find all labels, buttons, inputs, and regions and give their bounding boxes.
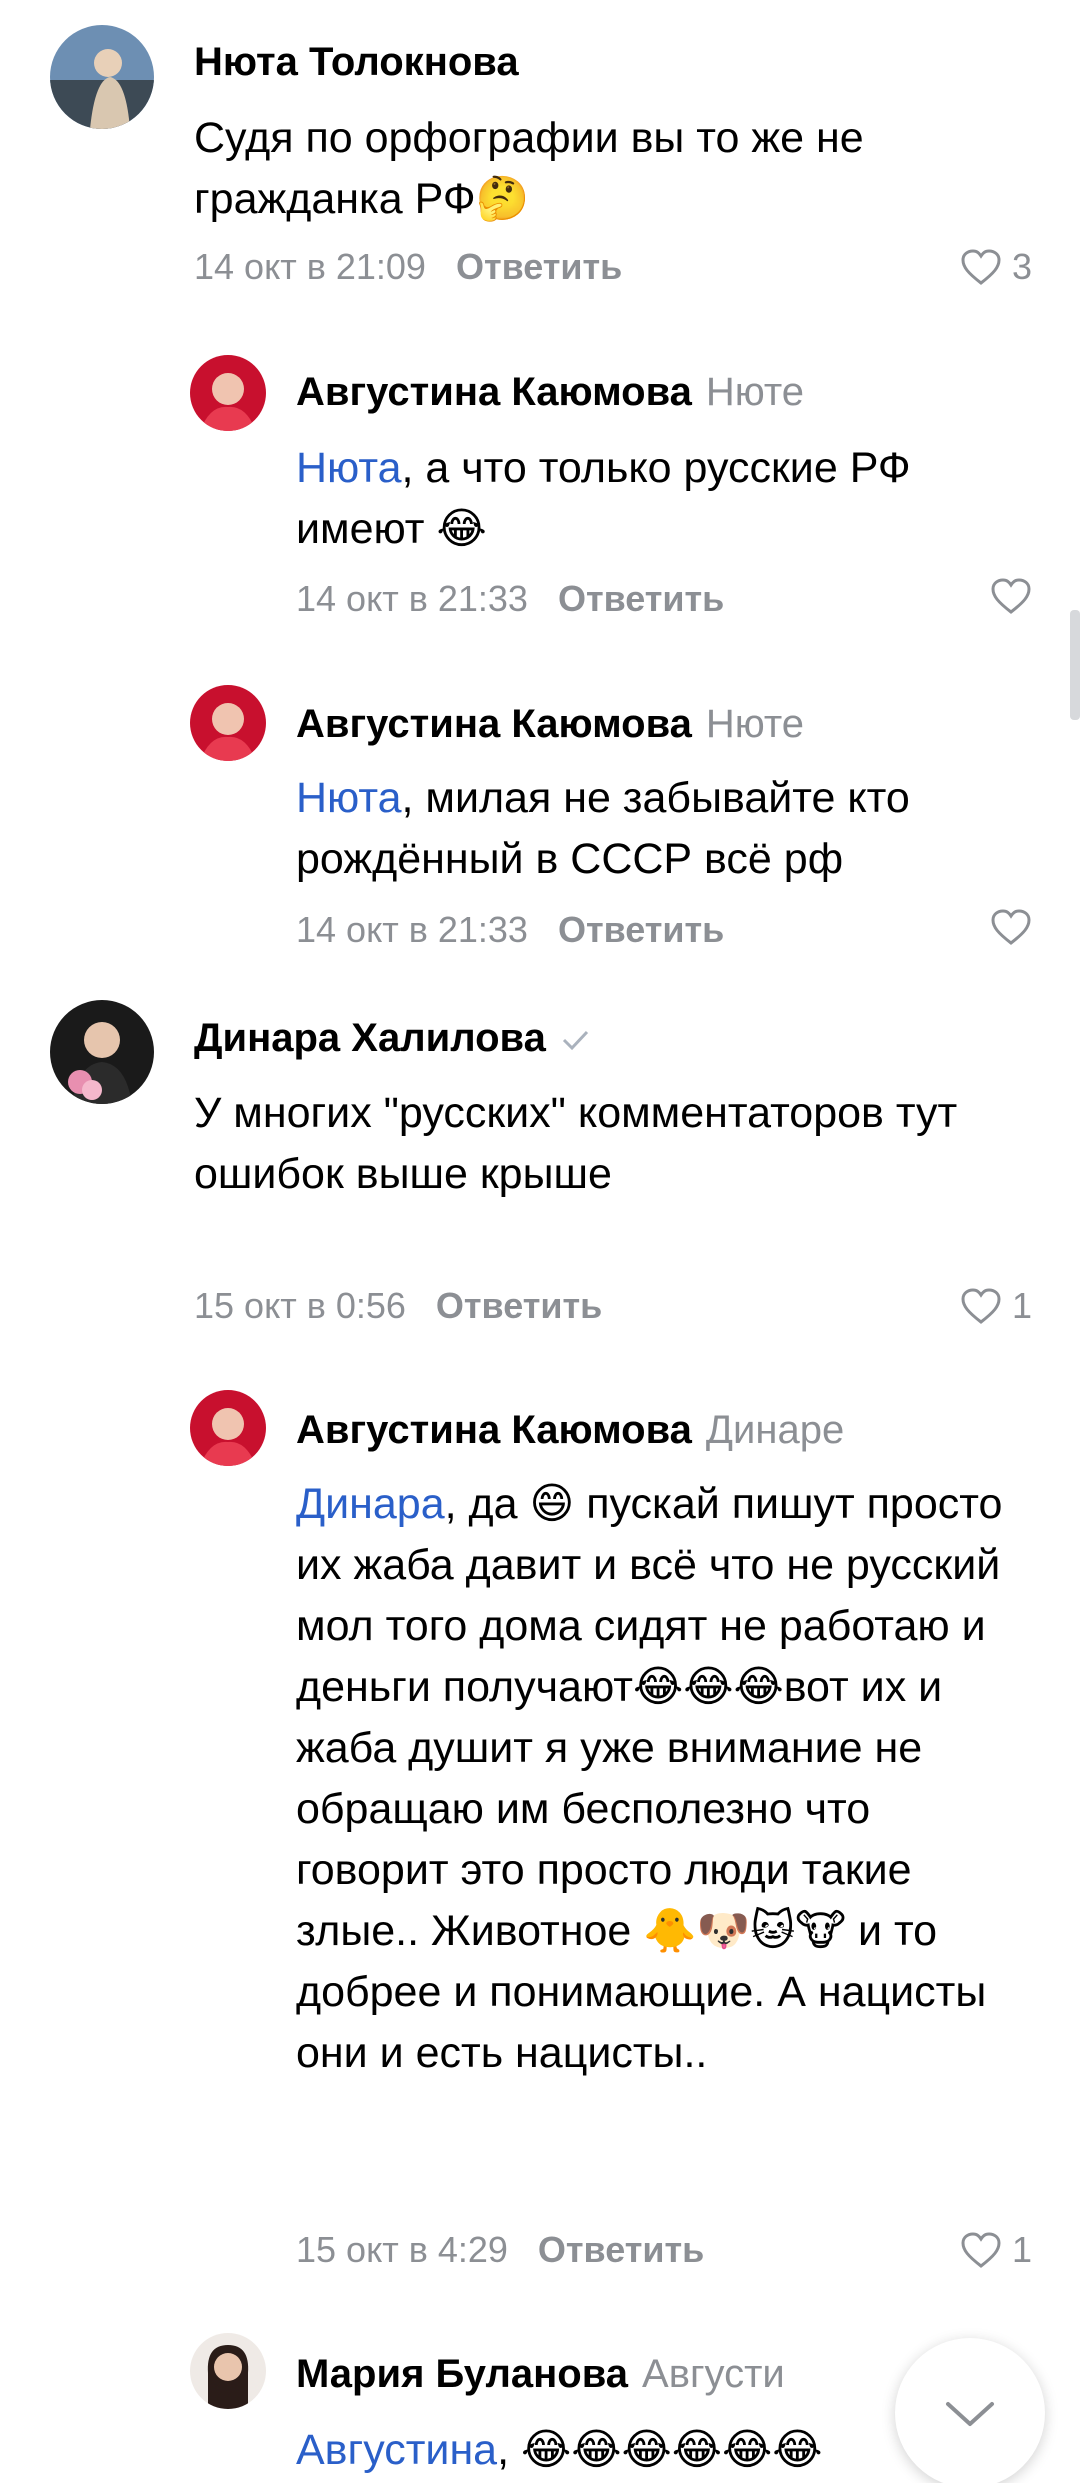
comment-author[interactable]: Нюта Толокнова	[194, 38, 519, 86]
avatar-photo	[190, 355, 266, 431]
scrollbar[interactable]	[1070, 610, 1080, 720]
heart-outline-icon	[961, 2232, 1001, 2268]
avatar-photo	[50, 25, 154, 129]
comment-time: 14 окт в 21:33	[296, 909, 528, 950]
mention-link[interactable]: Августина	[296, 2426, 497, 2474]
like-count: 1	[1011, 1285, 1032, 1326]
reply-button[interactable]: Ответить	[538, 2229, 704, 2270]
like-count: 1	[1011, 2229, 1032, 2270]
author-name[interactable]: Августина Каюмова	[296, 1408, 692, 1452]
avatar-avgustina[interactable]	[190, 1390, 266, 1466]
like-button[interactable]	[990, 908, 1032, 946]
reply-to[interactable]: Динаре	[706, 1408, 844, 1452]
comment-meta: 14 окт в 21:33 Ответить	[296, 577, 724, 621]
reply-button[interactable]: Ответить	[558, 578, 724, 619]
heart-outline-icon	[961, 249, 1001, 285]
avatar-photo	[190, 685, 266, 761]
comment-time: 14 окт в 21:09	[194, 246, 426, 287]
reply-to[interactable]: Нюте	[706, 702, 804, 746]
comment-time: 14 окт в 21:33	[296, 578, 528, 619]
like-count: 3	[1011, 246, 1032, 287]
reply-to[interactable]: Нюте	[706, 370, 804, 414]
avatar-photo	[190, 2333, 266, 2409]
heart-outline-icon	[991, 578, 1031, 614]
comment-text: Нюта, милая не забывайте кто рождённый в…	[296, 768, 1056, 890]
comment-text: У многих "русских" комментаторов тут оши…	[194, 1089, 958, 1198]
heart-outline-icon	[961, 1288, 1001, 1324]
mention-link[interactable]: Нюта	[296, 774, 401, 822]
author-name[interactable]: Августина Каюмова	[296, 702, 692, 746]
comment-meta: 15 окт в 0:56 Ответить	[194, 1284, 602, 1328]
chevron-down-icon	[946, 2402, 994, 2426]
comment-text: Динара, да 😄 пускай пишут просто их жаба…	[296, 1474, 1016, 2084]
scroll-down-button[interactable]	[895, 2338, 1045, 2483]
comment-time: 15 окт в 4:29	[296, 2229, 508, 2270]
mention-link[interactable]: Динара	[296, 1480, 445, 1528]
comment-meta: 14 окт в 21:09 Ответить	[194, 245, 622, 289]
like-button[interactable]	[990, 577, 1032, 615]
mention-link[interactable]: Нюта	[296, 444, 401, 492]
avatar-dinara[interactable]	[50, 1000, 154, 1104]
reply-button[interactable]: Ответить	[456, 246, 622, 287]
comment-time: 15 окт в 0:56	[194, 1285, 406, 1326]
comment-body: , да 😄 пускай пишут просто их жаба давит…	[296, 1480, 1003, 2077]
avatar-avgustina[interactable]	[190, 355, 266, 431]
check-icon	[562, 1031, 588, 1051]
heart-outline-icon	[991, 909, 1031, 945]
comment-meta: 14 окт в 21:33 Ответить	[296, 908, 724, 952]
avatar-photo	[190, 1390, 266, 1466]
comment-text: Нюта, а что только русские РФ имеют 😂	[296, 438, 1016, 560]
author-name[interactable]: Динара Халилова	[194, 1016, 546, 1060]
comment-author[interactable]: Мария Буланова Августи	[296, 2350, 785, 2398]
comment-body: , 😂😂😂😂😂😂	[497, 2426, 823, 2474]
author-name[interactable]: Мария Буланова	[296, 2352, 628, 2396]
comment-author[interactable]: Августина Каюмова Нюте	[296, 700, 804, 748]
avatar-avgustina[interactable]	[190, 685, 266, 761]
like-button[interactable]: 1	[960, 1284, 1032, 1328]
reply-button[interactable]: Ответить	[558, 909, 724, 950]
reply-button[interactable]: Ответить	[436, 1285, 602, 1326]
avatar-nyuta[interactable]	[50, 25, 154, 129]
like-button[interactable]: 3	[960, 245, 1032, 289]
reply-to[interactable]: Августи	[642, 2352, 785, 2396]
comment-author[interactable]: Августина Каюмова Нюте	[296, 368, 804, 416]
comment-author[interactable]: Августина Каюмова Динаре	[296, 1406, 844, 1454]
comment-meta: 15 окт в 4:29 Ответить	[296, 2228, 704, 2272]
avatar-photo	[50, 1000, 154, 1104]
author-name[interactable]: Августина Каюмова	[296, 370, 692, 414]
comment-text: Судя по орфографии вы то же не гражданка…	[194, 114, 864, 223]
avatar-maria[interactable]	[190, 2333, 266, 2409]
like-button[interactable]: 1	[960, 2228, 1032, 2272]
comment-author[interactable]: Динара Халилова	[194, 1014, 590, 1062]
